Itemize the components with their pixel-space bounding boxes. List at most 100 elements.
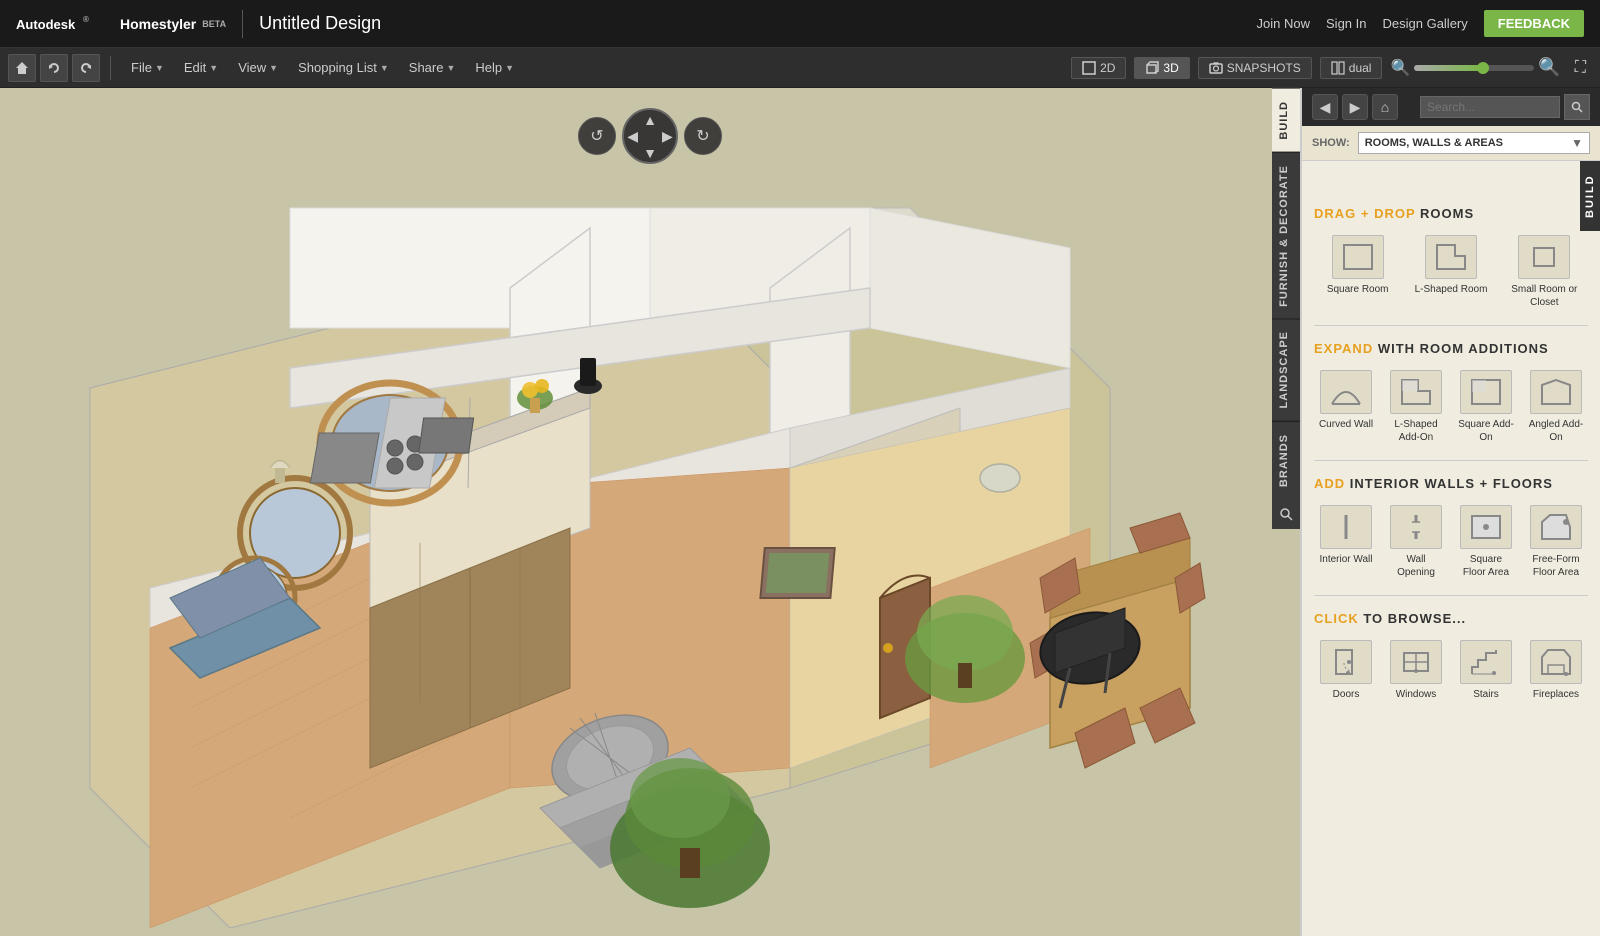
wall-opening-icon <box>1390 505 1442 549</box>
panel-show-bar: SHOW: ROOMS, WALLS & AREAS ▼ <box>1302 126 1600 161</box>
side-tabs: BUILD FURNISH & DECORATE LANDSCAPE BRAND… <box>1272 88 1300 529</box>
design-gallery-link[interactable]: Design Gallery <box>1383 16 1468 31</box>
angled-addon-item[interactable]: Angled Add-On <box>1524 366 1588 448</box>
panel-body: BUILD DRAG + DROP ROOMS Square Room <box>1302 161 1600 936</box>
undo-button[interactable] <box>40 54 68 82</box>
small-room-item[interactable]: Small Room or Closet <box>1501 231 1588 313</box>
toolbar: File ▼ Edit ▼ View ▼ Shopping List ▼ Sha… <box>0 48 1600 88</box>
stairs-label: Stairs <box>1473 688 1499 701</box>
panel-search-input[interactable] <box>1420 96 1560 118</box>
home-icon-button[interactable] <box>8 54 36 82</box>
nav-left-arrow[interactable]: ◀ <box>627 128 638 145</box>
rooms-grid: Square Room L-Shaped Room <box>1314 231 1588 313</box>
help-menu[interactable]: Help ▼ <box>465 56 524 79</box>
fullscreen-button[interactable]: ⛶ <box>1569 57 1592 79</box>
l-shaped-addon-icon <box>1390 370 1442 414</box>
nav-right-arrow[interactable]: ▶ <box>662 128 673 145</box>
show-dropdown[interactable]: ROOMS, WALLS & AREAS ▼ <box>1358 132 1590 154</box>
zoom-slider-track[interactable] <box>1414 65 1534 71</box>
windows-shape <box>1398 647 1434 677</box>
fireplaces-item[interactable]: Fireplaces <box>1524 636 1588 705</box>
windows-item[interactable]: Windows <box>1384 636 1448 705</box>
edit-menu[interactable]: Edit ▼ <box>174 56 228 79</box>
wall-opening-item[interactable]: Wall Opening <box>1384 501 1448 583</box>
stairs-shape <box>1468 647 1504 677</box>
build-tab[interactable]: BUILD <box>1272 88 1300 152</box>
to-browse-text: TO BROWSE... <box>1363 611 1466 626</box>
toolbar-right: 2D 3D SNAPSHOTS dual 🔍 🔍 ⛶ <box>1071 57 1592 79</box>
dual-icon <box>1331 61 1345 75</box>
search-tab[interactable] <box>1272 499 1300 529</box>
freeform-floor-label: Free-Form Floor Area <box>1528 553 1584 579</box>
3d-icon <box>1145 61 1159 75</box>
redo-button[interactable] <box>72 54 100 82</box>
interior-wall-item[interactable]: Interior Wall <box>1314 501 1378 583</box>
square-room-label: Square Room <box>1327 283 1389 296</box>
additions-grid: Curved Wall L-Shaped Add-On <box>1314 366 1588 448</box>
share-menu[interactable]: Share ▼ <box>399 56 466 79</box>
rotate-right-button[interactable]: ↻ <box>684 117 722 155</box>
zoom-slider-fill <box>1414 65 1480 71</box>
panel-search-button[interactable] <box>1564 94 1590 120</box>
zoom-in-icon[interactable]: 🔍 <box>1538 57 1560 78</box>
curved-wall-item[interactable]: Curved Wall <box>1314 366 1378 448</box>
square-addon-icon <box>1460 370 1512 414</box>
expand-additions-header: EXPAND WITH ROOM ADDITIONS <box>1314 340 1588 358</box>
with-room-additions-text: WITH ROOM ADDITIONS <box>1378 341 1549 356</box>
divider-1 <box>1314 325 1588 326</box>
brands-tab[interactable]: BRANDS <box>1272 421 1300 499</box>
interior-walls-floors-text: INTERIOR WALLS + FLOORS <box>1350 476 1553 491</box>
rooms-text: ROOMS <box>1420 206 1474 221</box>
feedback-button[interactable]: FEEDBACK <box>1484 10 1584 37</box>
l-shaped-room-item[interactable]: L-Shaped Room <box>1407 231 1494 313</box>
square-addon-shape <box>1468 377 1504 407</box>
right-panel: ◀ ▶ ⌂ SHOW: ROOMS, WALLS & AREAS ▼ BUILD <box>1300 88 1600 936</box>
nav-down-arrow[interactable]: ▼ <box>643 145 657 161</box>
angled-addon-shape <box>1538 377 1574 407</box>
beta-badge: BETA <box>202 19 226 29</box>
square-room-item[interactable]: Square Room <box>1314 231 1401 313</box>
windows-label: Windows <box>1396 688 1437 701</box>
edit-arrow: ▼ <box>209 63 218 73</box>
panel-back-button[interactable]: ◀ <box>1312 94 1338 120</box>
snapshots-button[interactable]: SNAPSHOTS <box>1198 57 1312 79</box>
nav-up-arrow[interactable]: ▲ <box>643 112 657 128</box>
share-arrow: ▼ <box>446 63 455 73</box>
design-title[interactable]: Untitled Design <box>259 13 381 34</box>
zoom-slider-thumb[interactable] <box>1477 62 1489 74</box>
3d-view-button[interactable]: 3D <box>1134 57 1189 79</box>
panel-header: ◀ ▶ ⌂ <box>1302 88 1600 126</box>
search-icon <box>1279 507 1293 521</box>
rotate-left-button[interactable]: ↺ <box>578 117 616 155</box>
file-menu[interactable]: File ▼ <box>121 56 174 79</box>
panel-home-button[interactable]: ⌂ <box>1372 94 1398 120</box>
divider-3 <box>1314 595 1588 596</box>
square-addon-item[interactable]: Square Add-On <box>1454 366 1518 448</box>
l-shaped-addon-item[interactable]: L-Shaped Add-On <box>1384 366 1448 448</box>
small-room-shape <box>1526 242 1562 272</box>
freeform-floor-item[interactable]: Free-Form Floor Area <box>1524 501 1588 583</box>
interior-wall-shape <box>1328 512 1364 542</box>
undo-icon <box>47 61 61 75</box>
2d-view-button[interactable]: 2D <box>1071 57 1126 79</box>
square-floor-icon <box>1460 505 1512 549</box>
product-name: Homestyler <box>120 16 196 32</box>
shopping-list-menu[interactable]: Shopping List ▼ <box>288 56 399 79</box>
doors-item[interactable]: Doors <box>1314 636 1378 705</box>
interior-wall-icon <box>1320 505 1372 549</box>
dual-view-button[interactable]: dual <box>1320 57 1383 79</box>
viewport[interactable]: ↺ ▲ ◀ ▶ ▼ ↻ <box>0 88 1300 936</box>
landscape-tab[interactable]: LANDSCAPE <box>1272 318 1300 420</box>
join-now-link[interactable]: Join Now <box>1257 16 1310 31</box>
square-floor-item[interactable]: Square Floor Area <box>1454 501 1518 583</box>
doors-shape <box>1328 647 1364 677</box>
wall-opening-shape <box>1398 512 1434 542</box>
furnish-decorate-tab[interactable]: FURNISH & DECORATE <box>1272 152 1300 319</box>
stairs-item[interactable]: Stairs <box>1454 636 1518 705</box>
sign-in-link[interactable]: Sign In <box>1326 16 1366 31</box>
nav-center-control[interactable]: ▲ ◀ ▶ ▼ <box>622 108 678 164</box>
zoom-out-icon[interactable]: 🔍 <box>1390 58 1410 78</box>
view-menu[interactable]: View ▼ <box>228 56 288 79</box>
zoom-bar: 🔍 🔍 <box>1390 57 1560 78</box>
panel-forward-button[interactable]: ▶ <box>1342 94 1368 120</box>
